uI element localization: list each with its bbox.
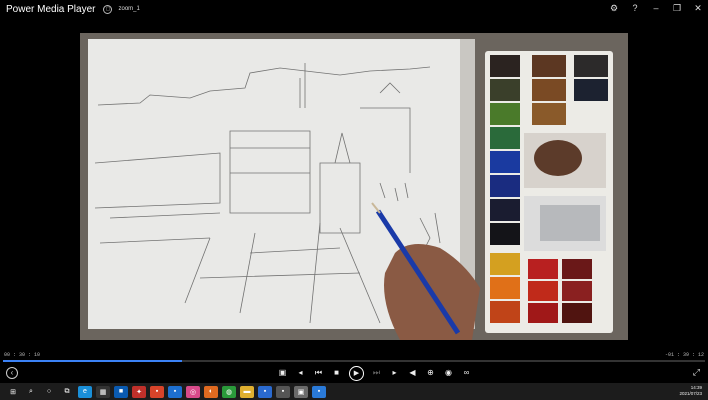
close-icon[interactable]: ✕ (692, 2, 704, 14)
seek-progress (3, 360, 182, 362)
eye-icon[interactable]: ◉ (443, 365, 454, 381)
skip-icon[interactable]: ⏭ (371, 365, 382, 381)
app-icon[interactable]: ▪ (276, 385, 290, 398)
document-icon: ▢ (103, 4, 113, 14)
player-controls: ‹ ▣ ◂ ⏮ ■ ▶ ⏭ ▸ ◀ ⊕ ◉ ∞ ⤢ (0, 363, 708, 383)
app-title: Power Media Player (6, 3, 96, 15)
search-icon[interactable]: ⌕ (24, 386, 38, 398)
file-name: zoom_1 (118, 6, 140, 12)
clock-date: 2021/07/23 (679, 391, 702, 396)
elapsed-time: 00 : 30 : 10 (4, 352, 41, 358)
app-icon[interactable]: ◎ (186, 385, 200, 398)
video-frame[interactable] (80, 33, 628, 340)
back-icon[interactable]: ‹ (6, 367, 18, 379)
prev-icon[interactable]: ◂ (295, 365, 306, 381)
minimize-icon[interactable]: – (650, 2, 662, 14)
stop-icon[interactable]: ■ (331, 365, 342, 381)
app-icon[interactable]: ▪ (312, 385, 326, 398)
volume-icon[interactable]: ◀ (407, 365, 418, 381)
taskbar-clock[interactable]: 14:39 2021/07/23 (679, 385, 702, 397)
app-icon[interactable]: ✦ (132, 385, 146, 398)
restore-icon[interactable]: ❐ (671, 2, 683, 14)
app-icon[interactable]: ■ (114, 385, 128, 398)
window-controls: ⚙ ? – ❐ ✕ (608, 2, 704, 14)
seek-track[interactable] (3, 360, 705, 362)
fullscreen-icon[interactable]: ⤢ (693, 367, 700, 378)
taskbar: ⊞ ⌕ ○ ⧉ e ▦ ■ ✦ ▪ ▪ ◎ ◐ ◍ ▬ ▪ ▪ ▣ ▪ 14:3… (0, 383, 708, 400)
windows-icon[interactable]: ⊞ (6, 386, 20, 398)
zoom-icon[interactable]: ⊕ (425, 365, 436, 381)
app-icon[interactable]: ▪ (168, 385, 182, 398)
transport-controls: ▣ ◂ ⏮ ■ ▶ ⏭ ▸ ◀ ⊕ ◉ ∞ (277, 365, 472, 381)
app-icon[interactable]: ▪ (258, 385, 272, 398)
explorer-icon[interactable]: ▬ (240, 385, 254, 398)
store-icon[interactable]: ▦ (96, 385, 110, 398)
taskview-icon[interactable]: ⧉ (60, 386, 74, 398)
title-bar: Power Media Player ▢ zoom_1 ⚙ ? – ❐ ✕ (0, 0, 708, 18)
settings-icon[interactable]: ⚙ (608, 2, 620, 14)
app-icon[interactable]: ▪ (150, 385, 164, 398)
cortana-icon[interactable]: ○ (42, 386, 56, 398)
app-icon[interactable]: ▣ (294, 385, 308, 398)
help-icon[interactable]: ? (629, 2, 641, 14)
rewind-icon[interactable]: ⏮ (313, 365, 324, 381)
screenshot-icon[interactable]: ▣ (277, 365, 288, 381)
firefox-icon[interactable]: ◐ (204, 385, 218, 398)
play-icon[interactable]: ▶ (349, 365, 364, 381)
edge-icon[interactable]: e (78, 385, 92, 398)
chrome-icon[interactable]: ◍ (222, 385, 236, 398)
next-icon[interactable]: ▸ (389, 365, 400, 381)
remaining-time: -01 : 39 : 12 (664, 352, 704, 358)
link-icon[interactable]: ∞ (461, 365, 472, 381)
